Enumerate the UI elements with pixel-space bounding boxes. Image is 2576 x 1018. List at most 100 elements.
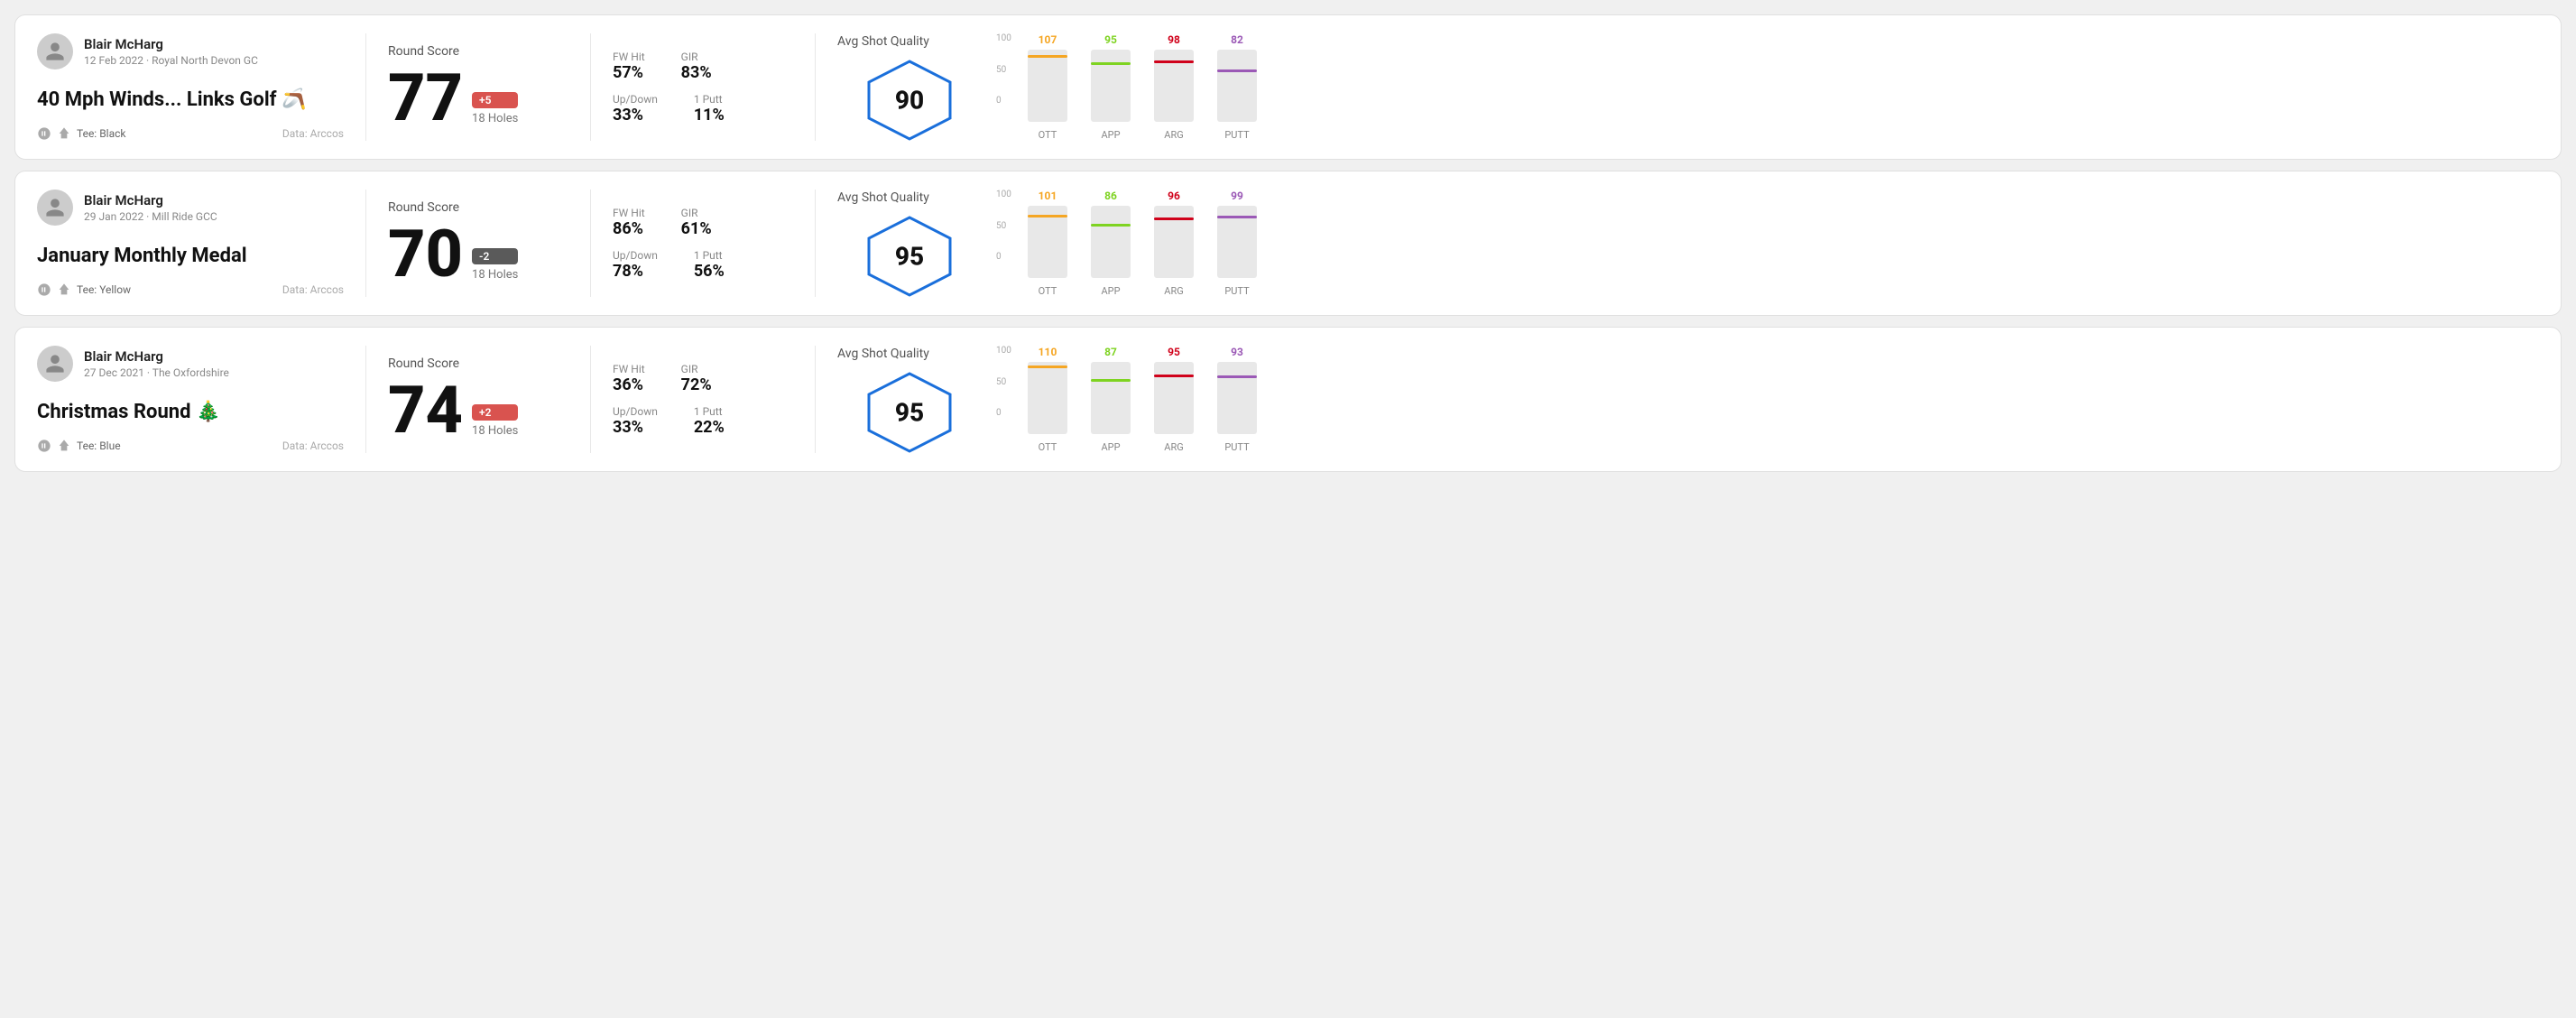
score-number: 77	[388, 66, 463, 131]
stat-label-updown: Up/Down	[613, 405, 658, 418]
quality-label: Avg Shot Quality	[837, 190, 929, 205]
round-card-2: Blair McHarg 29 Jan 2022 · Mill Ride GCC J…	[14, 171, 2562, 316]
round-title: Christmas Round 🎄	[37, 401, 344, 423]
date-course: 29 Jan 2022 · Mill Ride GCC	[84, 210, 217, 223]
stat-updown: Up/Down 78%	[613, 249, 658, 281]
score-badge: +2	[472, 404, 518, 421]
bar-chart-container: 100500110OTT87APP95ARG93PUTT	[982, 346, 2539, 453]
stat-label-gir: GIR	[681, 363, 712, 375]
stat-value-oneputt: 11%	[694, 106, 725, 125]
stat-oneputt: 1 Putt 56%	[694, 249, 725, 281]
stat-fw-hit: FW Hit 86%	[613, 207, 645, 238]
score-number: 70	[388, 222, 463, 287]
user-name: Blair McHarg	[84, 348, 229, 365]
stat-updown: Up/Down 33%	[613, 93, 658, 125]
quality-label: Avg Shot Quality	[837, 34, 929, 49]
quality-score: 90	[895, 85, 924, 115]
stat-value-fw-hit: 36%	[613, 375, 645, 394]
stat-value-updown: 33%	[613, 106, 658, 125]
stat-label-updown: Up/Down	[613, 249, 658, 262]
stat-value-updown: 33%	[613, 418, 658, 437]
bar-group-arg: 95ARG	[1151, 346, 1196, 453]
stat-label-updown: Up/Down	[613, 93, 658, 106]
score-badge: +5	[472, 92, 518, 108]
holes-label: 18 Holes	[472, 424, 518, 438]
bar-group-arg: 96ARG	[1151, 190, 1196, 297]
quality-section: Avg Shot Quality 95	[837, 346, 982, 453]
quality-section: Avg Shot Quality 90	[837, 33, 982, 141]
tee-info: Tee: Blue	[37, 439, 121, 453]
bar-group-app: 95APP	[1088, 33, 1133, 141]
stat-value-gir: 61%	[681, 219, 712, 238]
score-section: Round Score 70 -2 18 Holes	[388, 190, 568, 297]
user-name: Blair McHarg	[84, 192, 217, 208]
round-card-1: Blair McHarg 12 Feb 2022 · Royal North De…	[14, 14, 2562, 160]
user-name: Blair McHarg	[84, 36, 258, 52]
data-source: Data: Arccos	[282, 440, 344, 452]
hexagon-container: 95	[864, 216, 955, 297]
bar-group-ott: 110OTT	[1025, 346, 1070, 453]
tee-label: Tee: Blue	[77, 440, 121, 452]
hexagon-container: 95	[864, 372, 955, 453]
quality-label: Avg Shot Quality	[837, 347, 929, 361]
bar-chart-container: 100500101OTT86APP96ARG99PUTT	[982, 190, 2539, 297]
holes-label: 18 Holes	[472, 268, 518, 282]
score-label: Round Score	[388, 200, 568, 215]
data-source: Data: Arccos	[282, 283, 344, 296]
bar-group-ott: 107OTT	[1025, 33, 1070, 141]
stat-fw-hit: FW Hit 57%	[613, 51, 645, 82]
score-label: Round Score	[388, 356, 568, 371]
tee-info: Tee: Black	[37, 126, 125, 141]
round-card-3: Blair McHarg27 Dec 2021 · The Oxfordshir…	[14, 327, 2562, 472]
score-section: Round Score77+518 Holes	[388, 33, 568, 141]
round-title: 40 Mph Winds... Links Golf 🪃	[37, 88, 344, 111]
stat-fw-hit: FW Hit 36%	[613, 363, 645, 394]
tee-label: Tee: Black	[77, 127, 125, 140]
stat-oneputt: 1 Putt 22%	[694, 405, 725, 437]
bar-group-putt: 82PUTT	[1214, 33, 1260, 141]
stat-value-updown: 78%	[613, 262, 658, 281]
bar-group-putt: 93PUTT	[1214, 346, 1260, 453]
stat-value-fw-hit: 86%	[613, 219, 645, 238]
data-source: Data: Arccos	[282, 127, 344, 140]
stats-section: FW Hit 36% GIR 72% Up/Down 33% 1 Putt 22%	[613, 346, 793, 453]
card-left-section: Blair McHarg27 Dec 2021 · The Oxfordshir…	[37, 346, 344, 453]
stat-label-gir: GIR	[681, 207, 712, 219]
score-badge: -2	[472, 248, 518, 264]
tee-label: Tee: Yellow	[77, 283, 131, 296]
bar-group-app: 86APP	[1088, 190, 1133, 297]
quality-section: Avg Shot Quality 95	[837, 190, 982, 297]
score-number: 74	[388, 378, 463, 443]
stat-label-fw-hit: FW Hit	[613, 363, 645, 375]
score-label: Round Score	[388, 44, 568, 59]
bar-group-arg: 98ARG	[1151, 33, 1196, 141]
stat-label-fw-hit: FW Hit	[613, 207, 645, 219]
stat-oneputt: 1 Putt 11%	[694, 93, 725, 125]
stat-value-fw-hit: 57%	[613, 63, 645, 82]
quality-score: 95	[895, 397, 924, 427]
bar-group-app: 87APP	[1088, 346, 1133, 453]
stat-value-oneputt: 22%	[694, 418, 725, 437]
score-section: Round Score 74 +2 18 Holes	[388, 346, 568, 453]
bar-group-putt: 99PUTT	[1214, 190, 1260, 297]
hexagon-container: 90	[864, 60, 955, 141]
stat-label-gir: GIR	[681, 51, 712, 63]
stat-gir: GIR 61%	[681, 207, 712, 238]
tee-info: Tee: Yellow	[37, 282, 131, 297]
stat-value-oneputt: 56%	[694, 262, 725, 281]
stats-section: FW Hit 86% GIR 61% Up/Down 78% 1 Putt 56%	[613, 190, 793, 297]
stat-updown: Up/Down 33%	[613, 405, 658, 437]
stats-section: FW Hit 57%GIR 83%Up/Down 33%1 Putt 11%	[613, 33, 793, 141]
date-course: 27 Dec 2021 · The Oxfordshire	[84, 366, 229, 379]
stat-label-oneputt: 1 Putt	[694, 249, 725, 262]
stat-label-fw-hit: FW Hit	[613, 51, 645, 63]
date-course: 12 Feb 2022 · Royal North Devon GC	[84, 54, 258, 67]
bar-chart-container: 100500107OTT95APP98ARG82PUTT	[982, 33, 2539, 141]
round-title: January Monthly Medal	[37, 245, 344, 267]
stat-value-gir: 72%	[681, 375, 712, 394]
stat-label-oneputt: 1 Putt	[694, 405, 725, 418]
avatar	[37, 190, 73, 226]
avatar	[37, 346, 73, 382]
quality-score: 95	[895, 241, 924, 271]
bar-group-ott: 101OTT	[1025, 190, 1070, 297]
